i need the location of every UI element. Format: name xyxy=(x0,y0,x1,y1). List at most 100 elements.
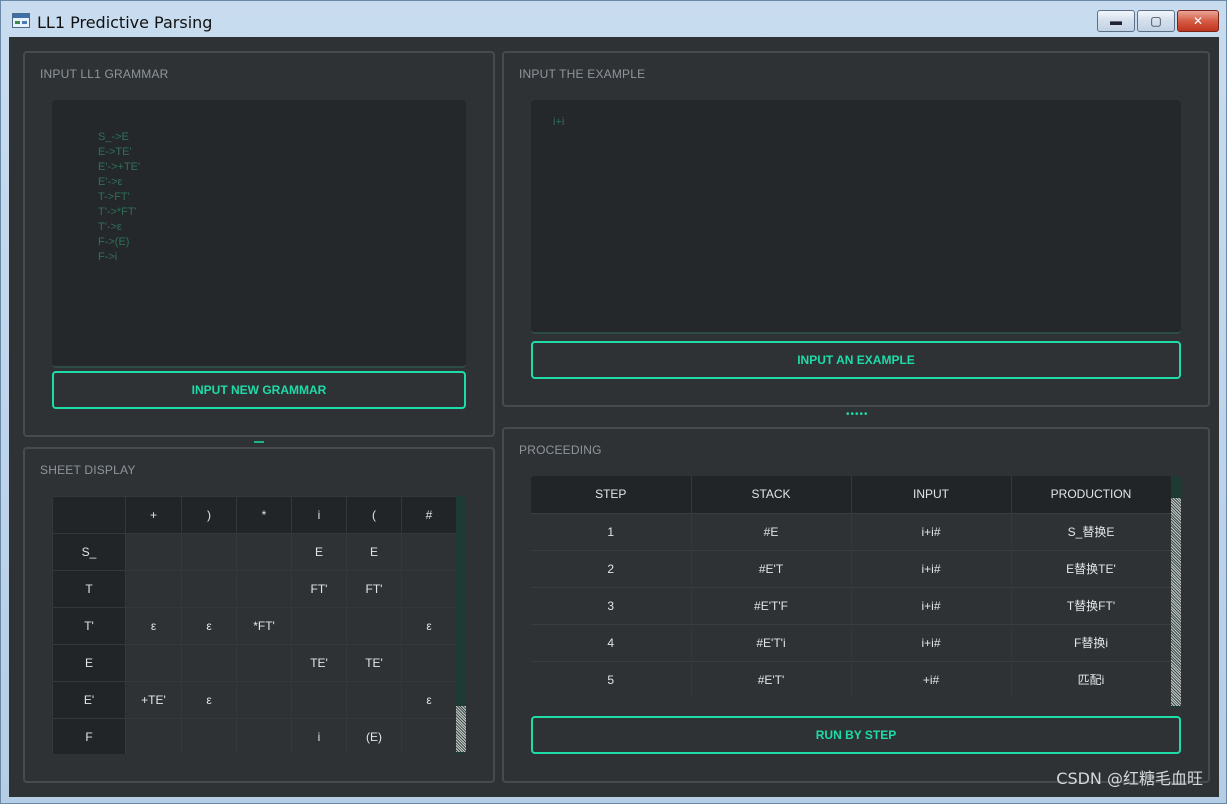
sheet-row-header: T xyxy=(52,570,126,608)
sheet-cell[interactable] xyxy=(181,718,237,754)
sheet-cell[interactable] xyxy=(346,681,402,719)
sheet-cell[interactable]: FT' xyxy=(291,570,347,608)
proceeding-cell: 2 xyxy=(531,549,692,587)
sheet-cell[interactable] xyxy=(236,681,292,719)
sheet-cell[interactable]: +TE' xyxy=(125,681,182,719)
proceeding-scrollbar[interactable] xyxy=(1171,476,1181,708)
sheet-cell[interactable] xyxy=(125,718,182,754)
sheet-column-header: * xyxy=(236,496,292,534)
grammar-line: T->FT' xyxy=(98,191,130,203)
sheet-column-header xyxy=(52,496,126,534)
sheet-cell[interactable] xyxy=(401,718,457,754)
sheet-cell[interactable] xyxy=(236,570,292,608)
close-button[interactable]: ✕ xyxy=(1177,10,1219,32)
watermark: CSDN @红糖毛血旺 xyxy=(1056,769,1203,788)
sheet-row-header: S_ xyxy=(52,533,126,571)
proceeding-cell: E替换TE' xyxy=(1011,549,1172,587)
sheet-column-header: ( xyxy=(346,496,402,534)
sheet-row[interactable]: E' +TE' ε ε xyxy=(52,681,457,719)
proceeding-table[interactable]: STEP STACK INPUT PRODUCTION 1 #E i+i# S_替换E 2 #E… xyxy=(531,476,1181,708)
sheet-cell[interactable] xyxy=(401,570,457,608)
sheet-scrollbar-thumb[interactable] xyxy=(456,706,466,752)
minimize-button[interactable]: ▬ xyxy=(1097,10,1135,32)
sheet-row-header: F xyxy=(52,718,126,754)
sheet-cell[interactable]: ε xyxy=(181,681,237,719)
sheet-cell[interactable] xyxy=(236,644,292,682)
proceeding-cell: i+i# xyxy=(851,586,1012,624)
example-input[interactable]: i+i xyxy=(531,100,1181,334)
run-by-step-button[interactable]: RUN BY STEP xyxy=(531,716,1181,754)
sheet-row[interactable]: T' ε ε *FT' ε xyxy=(52,607,457,645)
sheet-cell[interactable] xyxy=(181,644,237,682)
proceeding-row[interactable]: 3 #E'T'F i+i# T替换FT' xyxy=(531,586,1172,624)
proceeding-column-header: INPUT xyxy=(851,476,1012,513)
sheet-cell[interactable] xyxy=(291,607,347,645)
app-window: LL1 Predictive Parsing ▬ ▢ ✕ INPUT LL1 G… xyxy=(0,0,1227,804)
proceeding-cell: +i# xyxy=(851,660,1012,698)
sheet-cell[interactable]: TE' xyxy=(291,644,347,682)
proceeding-panel: PROCEEDING STEP STACK INPUT PRODUCTION 1 #E i… xyxy=(502,427,1210,783)
title-bar[interactable]: LL1 Predictive Parsing ▬ ▢ ✕ xyxy=(1,1,1226,37)
proceeding-row[interactable]: 5 #E'T' +i# 匹配i xyxy=(531,660,1172,698)
proceeding-cell: T替换FT' xyxy=(1011,586,1172,624)
input-an-example-button[interactable]: INPUT AN EXAMPLE xyxy=(531,341,1181,379)
sheet-cell[interactable]: FT' xyxy=(346,570,402,608)
example-text: i+i xyxy=(553,116,565,128)
sheet-cell[interactable]: ε xyxy=(401,607,457,645)
sheet-cell[interactable]: i xyxy=(291,718,347,754)
grammar-line: T'->ε xyxy=(98,221,122,233)
proceeding-cell: i+i# xyxy=(851,623,1012,661)
example-panel-title: INPUT THE EXAMPLE xyxy=(519,67,646,81)
grammar-line: E->TE' xyxy=(98,146,132,158)
proceeding-row[interactable]: 1 #E i+i# S_替换E xyxy=(531,512,1172,550)
sheet-row-header: E xyxy=(52,644,126,682)
proceeding-cell: #E'T'i xyxy=(691,623,852,661)
grammar-panel-title: INPUT LL1 GRAMMAR xyxy=(40,67,169,81)
proceeding-cell: F替换i xyxy=(1011,623,1172,661)
sheet-cell[interactable] xyxy=(401,644,457,682)
proceeding-cell: 4 xyxy=(531,623,692,661)
proceeding-column-header: STACK xyxy=(691,476,852,513)
sheet-cell[interactable] xyxy=(401,533,457,571)
proceeding-scrollbar-thumb[interactable] xyxy=(1171,498,1181,706)
sheet-row[interactable]: E TE' TE' xyxy=(52,644,457,682)
sheet-cell[interactable] xyxy=(236,718,292,754)
proceeding-row[interactable]: 4 #E'T'i i+i# F替换i xyxy=(531,623,1172,661)
sheet-cell[interactable] xyxy=(181,570,237,608)
proceeding-cell: i+i# xyxy=(851,512,1012,550)
sheet-cell[interactable]: ε xyxy=(401,681,457,719)
sheet-cell[interactable] xyxy=(236,533,292,571)
sheet-cell[interactable] xyxy=(181,533,237,571)
maximize-button[interactable]: ▢ xyxy=(1137,10,1175,32)
sheet-cell[interactable]: E xyxy=(291,533,347,571)
sheet-scrollbar[interactable] xyxy=(456,496,466,754)
sheet-cell[interactable]: TE' xyxy=(346,644,402,682)
parsing-table[interactable]: +) * i(# S_ E E T FT' FT' T' ε ε *FT' ε E TE' TE' E' +TE'… xyxy=(52,496,466,754)
proceeding-row[interactable]: 2 #E'T i+i# E替换TE' xyxy=(531,549,1172,587)
sheet-cell[interactable]: ε xyxy=(181,607,237,645)
sheet-cell[interactable] xyxy=(125,644,182,682)
sheet-row-header: E' xyxy=(52,681,126,719)
grammar-line: T'->*FT' xyxy=(98,206,137,218)
sheet-cell[interactable]: *FT' xyxy=(236,607,292,645)
horizontal-splitter-handle[interactable]: ••••• xyxy=(846,409,869,420)
window-title: LL1 Predictive Parsing xyxy=(37,13,213,32)
sheet-cell[interactable] xyxy=(291,681,347,719)
sheet-cell[interactable] xyxy=(125,570,182,608)
sheet-row[interactable]: S_ E E xyxy=(52,533,457,571)
sheet-row[interactable]: Fi (E) xyxy=(52,718,457,754)
sheet-row[interactable]: T FT' FT' xyxy=(52,570,457,608)
sheet-cell[interactable] xyxy=(346,607,402,645)
proceeding-column-header: PRODUCTION xyxy=(1011,476,1172,513)
client-area: INPUT LL1 GRAMMAR S_->E E->TE' E'->+TE' E'-… xyxy=(9,37,1219,797)
sheet-cell[interactable]: (E) xyxy=(346,718,402,754)
sheet-cell[interactable] xyxy=(125,533,182,571)
grammar-input[interactable]: S_->E E->TE' E'->+TE' E'->ε T->FT' T'->*FT' T'… xyxy=(52,100,466,368)
sheet-cell[interactable]: E xyxy=(346,533,402,571)
sheet-cell[interactable]: ε xyxy=(125,607,182,645)
proceeding-cell: i+i# xyxy=(851,549,1012,587)
example-panel: INPUT THE EXAMPLE i+i INPUT AN EXAMPLE xyxy=(502,51,1210,407)
grammar-line: S_->E xyxy=(98,131,129,143)
vertical-splitter-handle[interactable] xyxy=(254,441,264,443)
input-new-grammar-button[interactable]: INPUT NEW GRAMMAR xyxy=(52,371,466,409)
